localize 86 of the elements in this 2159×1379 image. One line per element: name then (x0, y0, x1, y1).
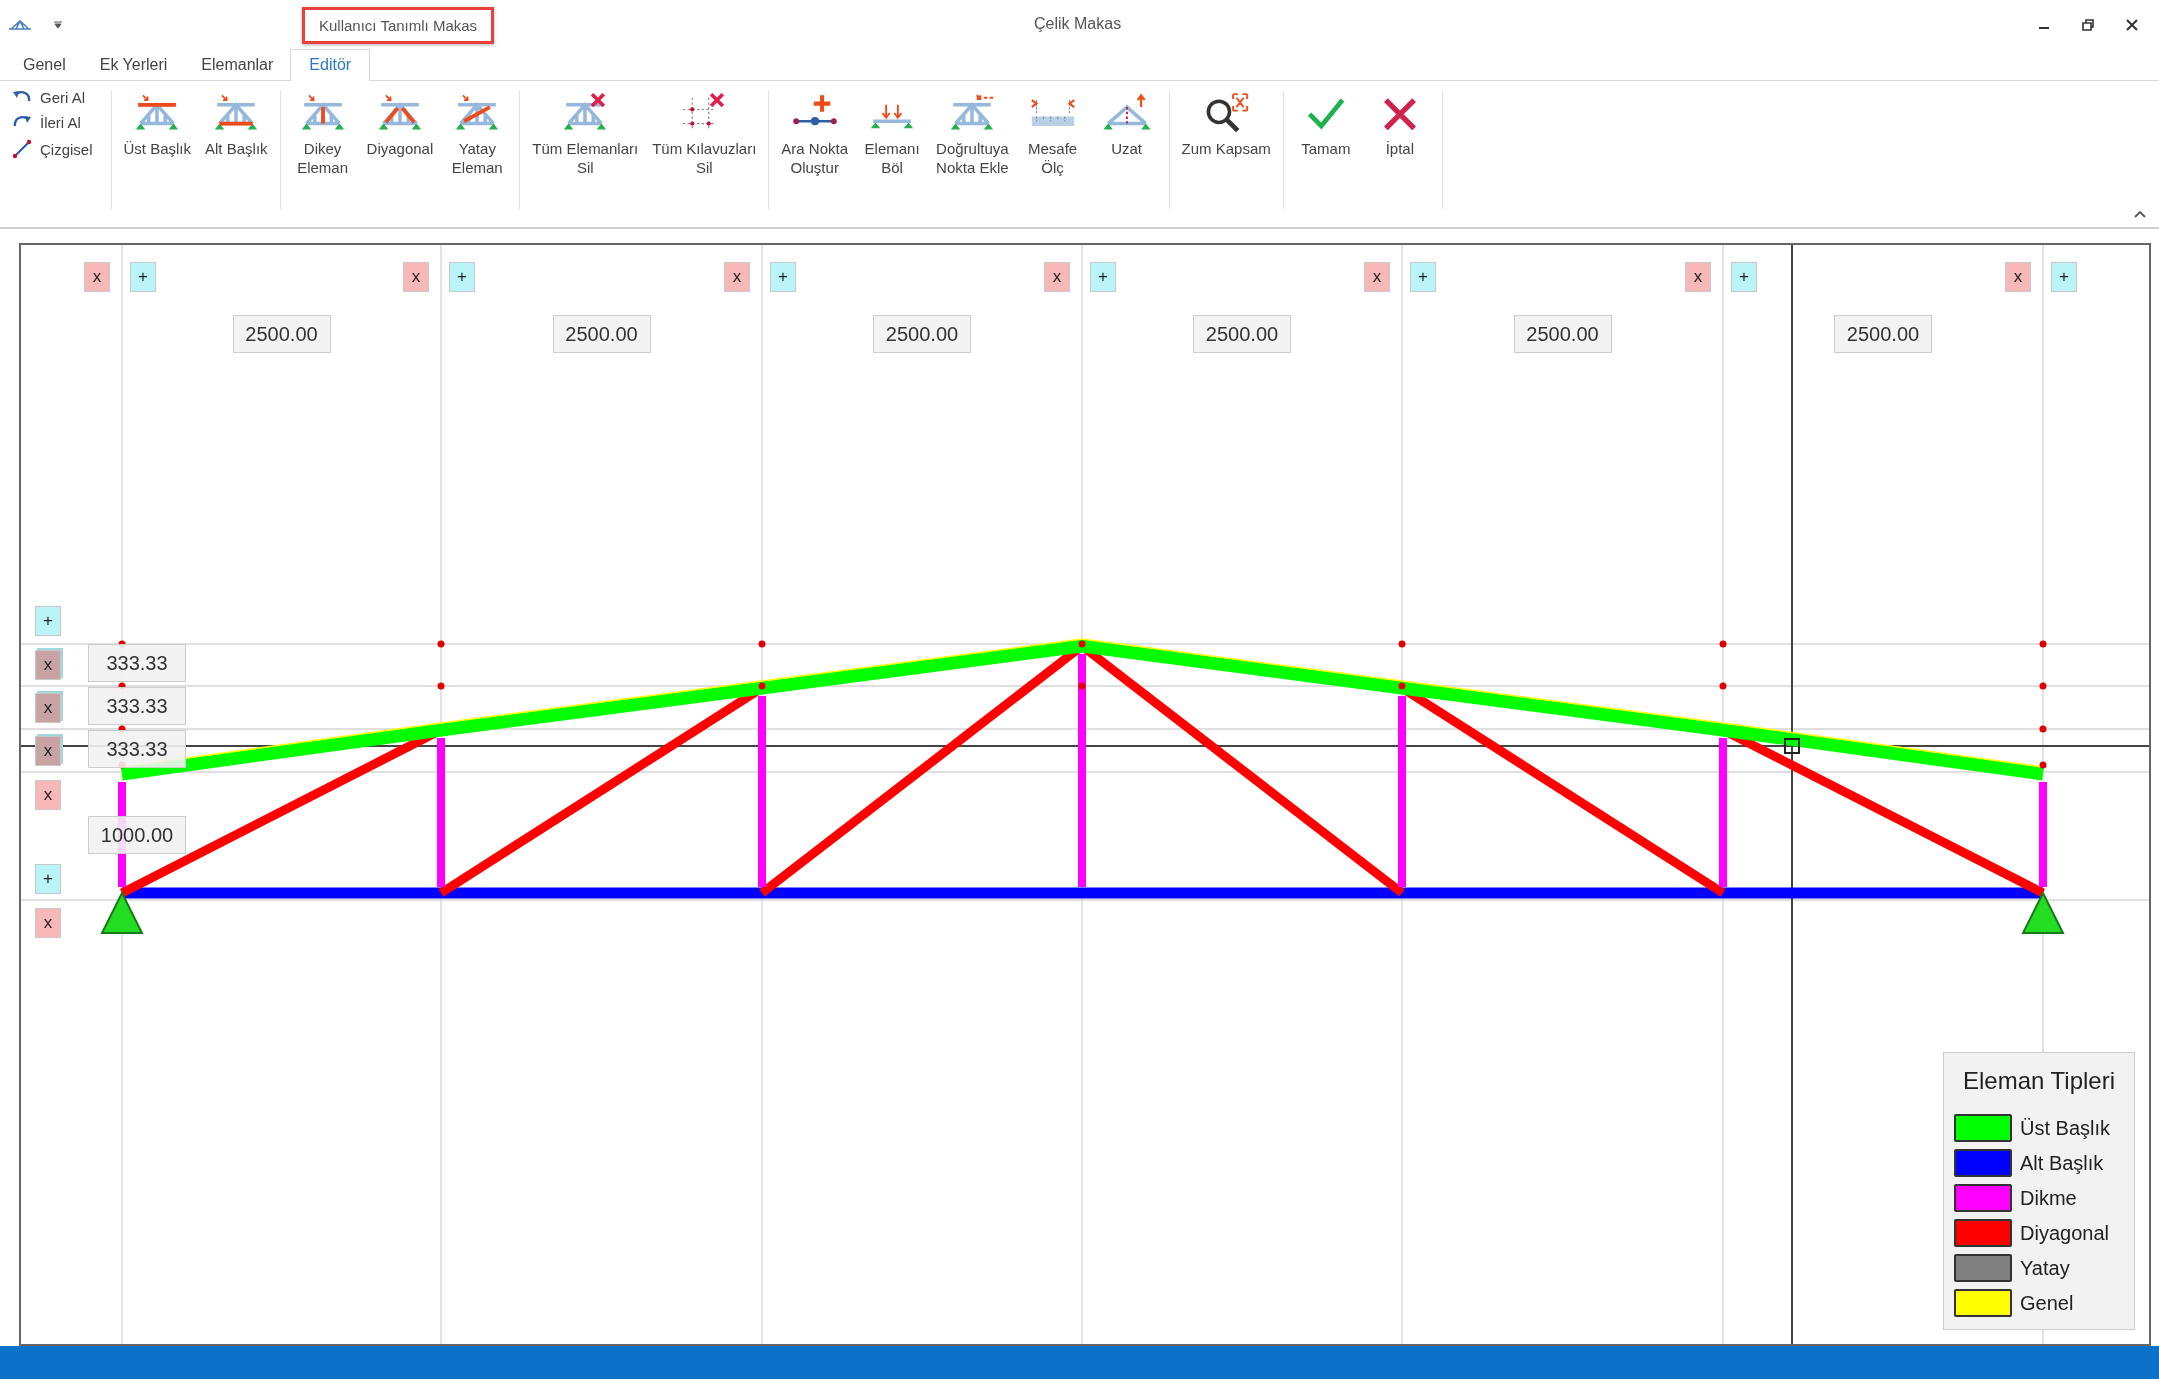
guide-point (758, 640, 766, 648)
remove-guide-button[interactable]: x (2005, 262, 2031, 292)
add-guide-button[interactable]: + (35, 606, 61, 636)
dimension-label: 1000.00 (88, 816, 186, 854)
dimension-label: 2500.00 (1834, 315, 1932, 353)
ribbon-button[interactable]: Üst Başlık (119, 87, 196, 223)
guide-point (1719, 640, 1727, 648)
legend-label: Alt Başlık (2020, 1151, 2104, 1175)
window-title: Çelik Makas (1034, 15, 1122, 33)
remove-guide-button[interactable]: x (403, 262, 429, 292)
guide-point (437, 640, 445, 648)
guide-point (2039, 640, 2047, 648)
legend-label: Yatay (2020, 1256, 2070, 1280)
remove-guide-button[interactable]: x (1685, 262, 1711, 292)
remove-guide-button[interactable]: x (84, 262, 110, 292)
support-triangle (2021, 890, 2065, 934)
add-guide-button[interactable]: + (130, 262, 156, 292)
remove-guide-button[interactable]: x (35, 908, 61, 938)
collapse-ribbon-icon[interactable] (2133, 209, 2147, 219)
history-button[interactable]: Çizgisel (12, 139, 93, 159)
guide-point (2039, 725, 2047, 733)
add-guide-button[interactable]: + (770, 262, 796, 292)
cursor-snap-marker (1784, 738, 1800, 754)
dimension-label: 333.33 (88, 687, 186, 725)
ribbon-button[interactable]: Doğrultuya Nokta Ekle (932, 87, 1013, 223)
ribbon-tab[interactable]: Ek Yerleri (82, 49, 185, 80)
remove-guide-button[interactable]: x (35, 736, 61, 766)
document-tab[interactable]: Kullanıcı Tanımlı Makas (302, 6, 495, 44)
ribbon-button[interactable]: Yatay Eleman (443, 87, 512, 223)
ribbon-button[interactable]: Alt Başlık (201, 87, 272, 223)
history-button[interactable]: İleri Al (12, 114, 93, 131)
ribbon-button[interactable]: İptal (1365, 87, 1434, 223)
remove-guide-button[interactable]: x (35, 650, 61, 680)
guide-point (437, 682, 445, 690)
add-guide-button[interactable]: + (449, 262, 475, 292)
add-guide-button[interactable]: + (2051, 262, 2077, 292)
close-icon[interactable] (2125, 18, 2139, 32)
restore-icon[interactable] (2081, 18, 2095, 32)
guide-point (1398, 682, 1406, 690)
guide-point (1719, 682, 1727, 690)
drawing-canvas[interactable]: x + x + x + x + x + x + x + 2500.00 2500.00 2500.00 2500.00 2500.00 2500.00 + x x x x + x 333.33 333.33 333.33 1000.00 Eleman Tipleri Üst Başlık Alt Başlık Dikme Diyagonal Yatay Genel (19, 243, 2151, 1346)
support-triangle (100, 890, 144, 934)
guide-point (1078, 640, 1086, 648)
dimension-label: 2500.00 (1513, 315, 1612, 353)
ribbon-button[interactable]: Mesafe Ölç (1018, 87, 1087, 223)
ribbon-button[interactable]: Tüm Elemanları Sil (528, 87, 643, 223)
ribbon-tab[interactable]: Genel (6, 49, 83, 80)
dimension-label: 333.33 (88, 644, 186, 682)
ribbon-button[interactable]: Uzat (1092, 87, 1161, 223)
guide-point (2039, 761, 2047, 769)
legend-label: Üst Başlık (2020, 1116, 2111, 1140)
add-guide-button[interactable]: + (1731, 262, 1757, 292)
guide-point (1078, 682, 1086, 690)
guide-point (2039, 682, 2047, 690)
ribbon-tab[interactable]: Elemanlar (184, 49, 291, 80)
add-guide-button[interactable]: + (1090, 262, 1116, 292)
ribbon-button[interactable]: Zum Kapsam (1177, 87, 1275, 223)
ribbon-tab[interactable]: Editör (290, 49, 371, 81)
ribbon-button[interactable]: Diyagonal (362, 87, 438, 223)
guide-point (1398, 640, 1406, 648)
add-guide-button[interactable]: + (35, 864, 61, 894)
line-icon (12, 139, 32, 159)
guide-point (758, 682, 766, 690)
dimension-label: 2500.00 (552, 315, 651, 353)
app-truss-icon[interactable] (8, 19, 32, 31)
legend-title: Eleman Tipleri (1961, 1067, 2117, 1095)
legend-label: Diyagonal (2020, 1221, 2109, 1245)
remove-guide-button[interactable]: x (35, 780, 61, 810)
ribbon-button[interactable]: Ara Nokta Oluştur (777, 87, 853, 223)
remove-guide-button[interactable]: x (35, 693, 61, 723)
remove-guide-button[interactable]: x (1364, 262, 1390, 292)
remove-guide-button[interactable]: x (724, 262, 750, 292)
legend-label: Dikme (2020, 1186, 2077, 1210)
dimension-label: 2500.00 (1193, 315, 1291, 353)
dimension-label: 2500.00 (873, 315, 971, 353)
ribbon-button[interactable]: Tamam (1291, 87, 1360, 223)
dropdown-caret-icon[interactable] (54, 21, 62, 29)
ribbon-button[interactable]: Tüm Kılavuzları Sil (648, 87, 761, 223)
remove-guide-button[interactable]: x (1044, 262, 1070, 292)
add-guide-button[interactable]: + (1410, 262, 1436, 292)
history-button[interactable]: Geri Al (12, 89, 93, 106)
dimension-label: 333.33 (88, 730, 186, 768)
ribbon-button[interactable]: Elemanı Böl (858, 87, 927, 223)
legend-label: Genel (2020, 1291, 2074, 1315)
dimension-label: 2500.00 (232, 315, 331, 353)
ribbon-button[interactable]: Dikey Eleman (288, 87, 357, 223)
